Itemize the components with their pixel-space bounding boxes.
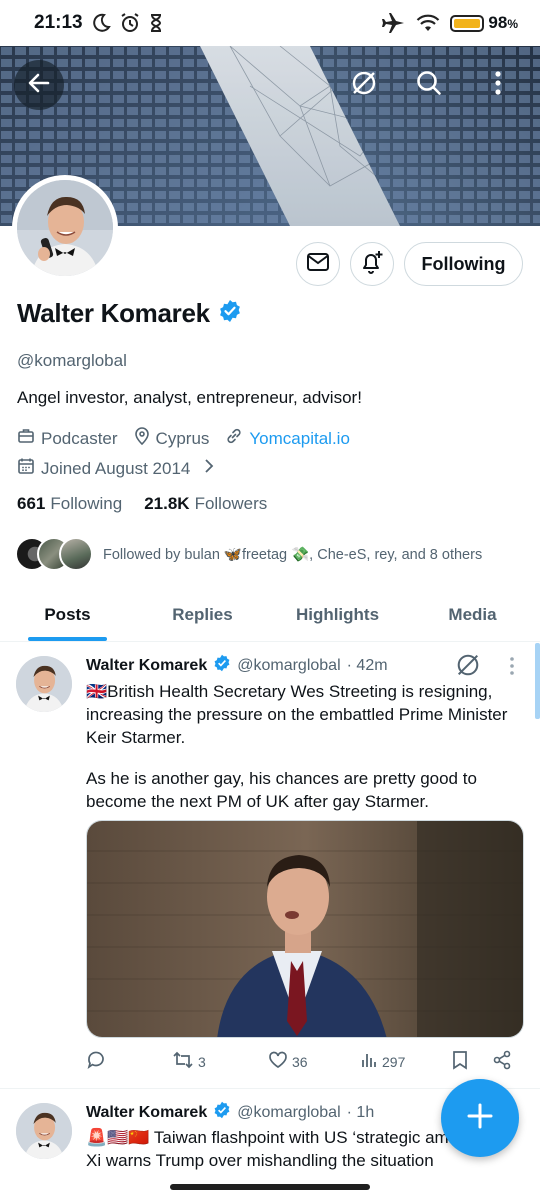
repost-icon bbox=[172, 1050, 194, 1073]
grok-icon[interactable] bbox=[455, 652, 481, 683]
profile-bio: Angel investor, analyst, entrepreneur, a… bbox=[17, 388, 362, 407]
tweet-avatar[interactable] bbox=[16, 1103, 72, 1159]
share-icon bbox=[492, 1050, 512, 1073]
like-count: 36 bbox=[292, 1053, 308, 1070]
tweet-actions: 3 36 297 bbox=[86, 1050, 526, 1073]
bookmark-button[interactable] bbox=[452, 1050, 492, 1073]
following-button[interactable]: Following bbox=[404, 242, 523, 286]
battery-icon: 98% bbox=[450, 13, 518, 33]
status-time: 21:13 bbox=[34, 12, 83, 33]
search-icon bbox=[415, 69, 443, 102]
hourglass-icon bbox=[149, 13, 163, 33]
profile-name-row: Walter Komarek bbox=[17, 298, 242, 329]
compose-button[interactable] bbox=[441, 1079, 519, 1157]
verified-badge-icon bbox=[218, 299, 242, 328]
battery-unit: % bbox=[507, 17, 518, 31]
moon-icon bbox=[91, 13, 111, 33]
back-button[interactable] bbox=[14, 60, 64, 110]
tab-media[interactable]: Media bbox=[405, 588, 540, 641]
profile-website[interactable]: Yomcapital.io bbox=[225, 427, 350, 450]
scroll-indicator[interactable] bbox=[535, 643, 540, 719]
home-indicator[interactable] bbox=[170, 1184, 370, 1190]
profile-location-label: Cyprus bbox=[155, 428, 210, 448]
profile-name: Walter Komarek bbox=[17, 298, 210, 328]
repost-button[interactable]: 3 bbox=[172, 1050, 268, 1073]
plus-icon bbox=[466, 1102, 494, 1135]
tweet-timestamp: · 1h bbox=[346, 1103, 375, 1121]
back-arrow-icon bbox=[26, 70, 52, 101]
following-count: 661 bbox=[17, 494, 46, 513]
profile-category-label: Podcaster bbox=[41, 428, 118, 448]
tweet-author-handle: @komarglobal bbox=[237, 656, 341, 674]
followed-by-avatars bbox=[15, 537, 93, 571]
battery-percent: 98 bbox=[488, 13, 508, 32]
tweet-author-handle: @komarglobal bbox=[237, 1103, 341, 1121]
followers-stat[interactable]: 21.8K Followers bbox=[144, 494, 267, 514]
views-button[interactable]: 297 bbox=[360, 1051, 452, 1072]
views-icon bbox=[360, 1051, 378, 1072]
tab-highlights[interactable]: Highlights bbox=[270, 588, 405, 641]
profile-location: Cyprus bbox=[134, 427, 210, 450]
heart-icon bbox=[268, 1051, 288, 1072]
calendar-icon bbox=[17, 457, 35, 480]
grok-icon bbox=[350, 69, 378, 102]
wifi-icon bbox=[416, 13, 440, 33]
airplane-icon bbox=[382, 12, 406, 34]
tweet-avatar[interactable] bbox=[16, 656, 72, 712]
profile-avatar[interactable] bbox=[12, 175, 118, 281]
mail-icon bbox=[306, 252, 330, 277]
followers-count: 21.8K bbox=[144, 494, 190, 513]
profile-meta-row: Podcaster Cyprus Yomcapital.io bbox=[17, 427, 366, 450]
reply-icon bbox=[86, 1050, 106, 1073]
alarm-icon bbox=[119, 12, 141, 34]
profile-category: Podcaster bbox=[17, 427, 118, 450]
link-icon bbox=[225, 427, 243, 450]
repost-count: 3 bbox=[198, 1053, 206, 1070]
following-stat[interactable]: 661 Following bbox=[17, 494, 122, 514]
following-label: Following bbox=[50, 494, 123, 513]
followers-label: Followers bbox=[194, 494, 268, 513]
bell-plus-icon bbox=[359, 249, 385, 280]
tweet-author-name[interactable]: Walter Komarek bbox=[86, 657, 207, 675]
followed-by-row[interactable]: Followed by bulan 🦋freetag 💸, Che-eS, re… bbox=[15, 537, 482, 571]
tweet-header: Walter Komarek @komarglobal · 42m bbox=[86, 654, 388, 677]
profile-stats: 661 Following 21.8K Followers bbox=[17, 494, 267, 514]
verified-badge-icon bbox=[213, 654, 231, 677]
profile-handle: @komarglobal bbox=[17, 351, 127, 370]
tweet-timestamp: · 42m bbox=[346, 656, 388, 674]
profile-website-link[interactable]: Yomcapital.io bbox=[249, 429, 350, 449]
briefcase-icon bbox=[17, 427, 35, 450]
reply-button[interactable] bbox=[86, 1050, 172, 1073]
tweet-text: 🇬🇧British Health Secretary Wes Streeting… bbox=[86, 682, 508, 747]
tweet-text: As he is another gay, his chances are pr… bbox=[86, 769, 477, 811]
profile-joined[interactable]: Joined August 2014 bbox=[17, 457, 214, 480]
profile-tabs: Posts Replies Highlights Media bbox=[0, 588, 540, 642]
follower-avatar bbox=[59, 537, 93, 571]
share-button[interactable] bbox=[492, 1050, 512, 1073]
chevron-right-icon bbox=[204, 458, 214, 479]
status-bar: 21:13 98% bbox=[0, 0, 540, 46]
bookmark-icon bbox=[452, 1050, 468, 1073]
like-button[interactable]: 36 bbox=[268, 1051, 360, 1072]
tweet-header: Walter Komarek @komarglobal · 1h bbox=[86, 1101, 374, 1124]
message-button[interactable] bbox=[296, 242, 340, 286]
grok-button[interactable] bbox=[339, 60, 389, 110]
followed-by-text: Followed by bulan 🦋freetag 💸, Che-eS, re… bbox=[103, 546, 483, 563]
tweet-image[interactable] bbox=[86, 820, 524, 1038]
location-pin-icon bbox=[134, 427, 150, 450]
tweet-author-name[interactable]: Walter Komarek bbox=[86, 1104, 207, 1122]
search-button[interactable] bbox=[404, 60, 454, 110]
tab-replies[interactable]: Replies bbox=[135, 588, 270, 641]
views-count: 297 bbox=[382, 1053, 406, 1070]
more-vertical-icon bbox=[494, 70, 502, 101]
tweet-more-icon[interactable] bbox=[508, 656, 516, 681]
profile-joined-row[interactable]: Joined August 2014 bbox=[17, 457, 230, 480]
tab-posts[interactable]: Posts bbox=[0, 588, 135, 641]
profile-joined-label: Joined August 2014 bbox=[41, 458, 191, 478]
notifications-button[interactable] bbox=[350, 242, 394, 286]
verified-badge-icon bbox=[213, 1101, 231, 1124]
more-options-button[interactable] bbox=[473, 60, 523, 110]
